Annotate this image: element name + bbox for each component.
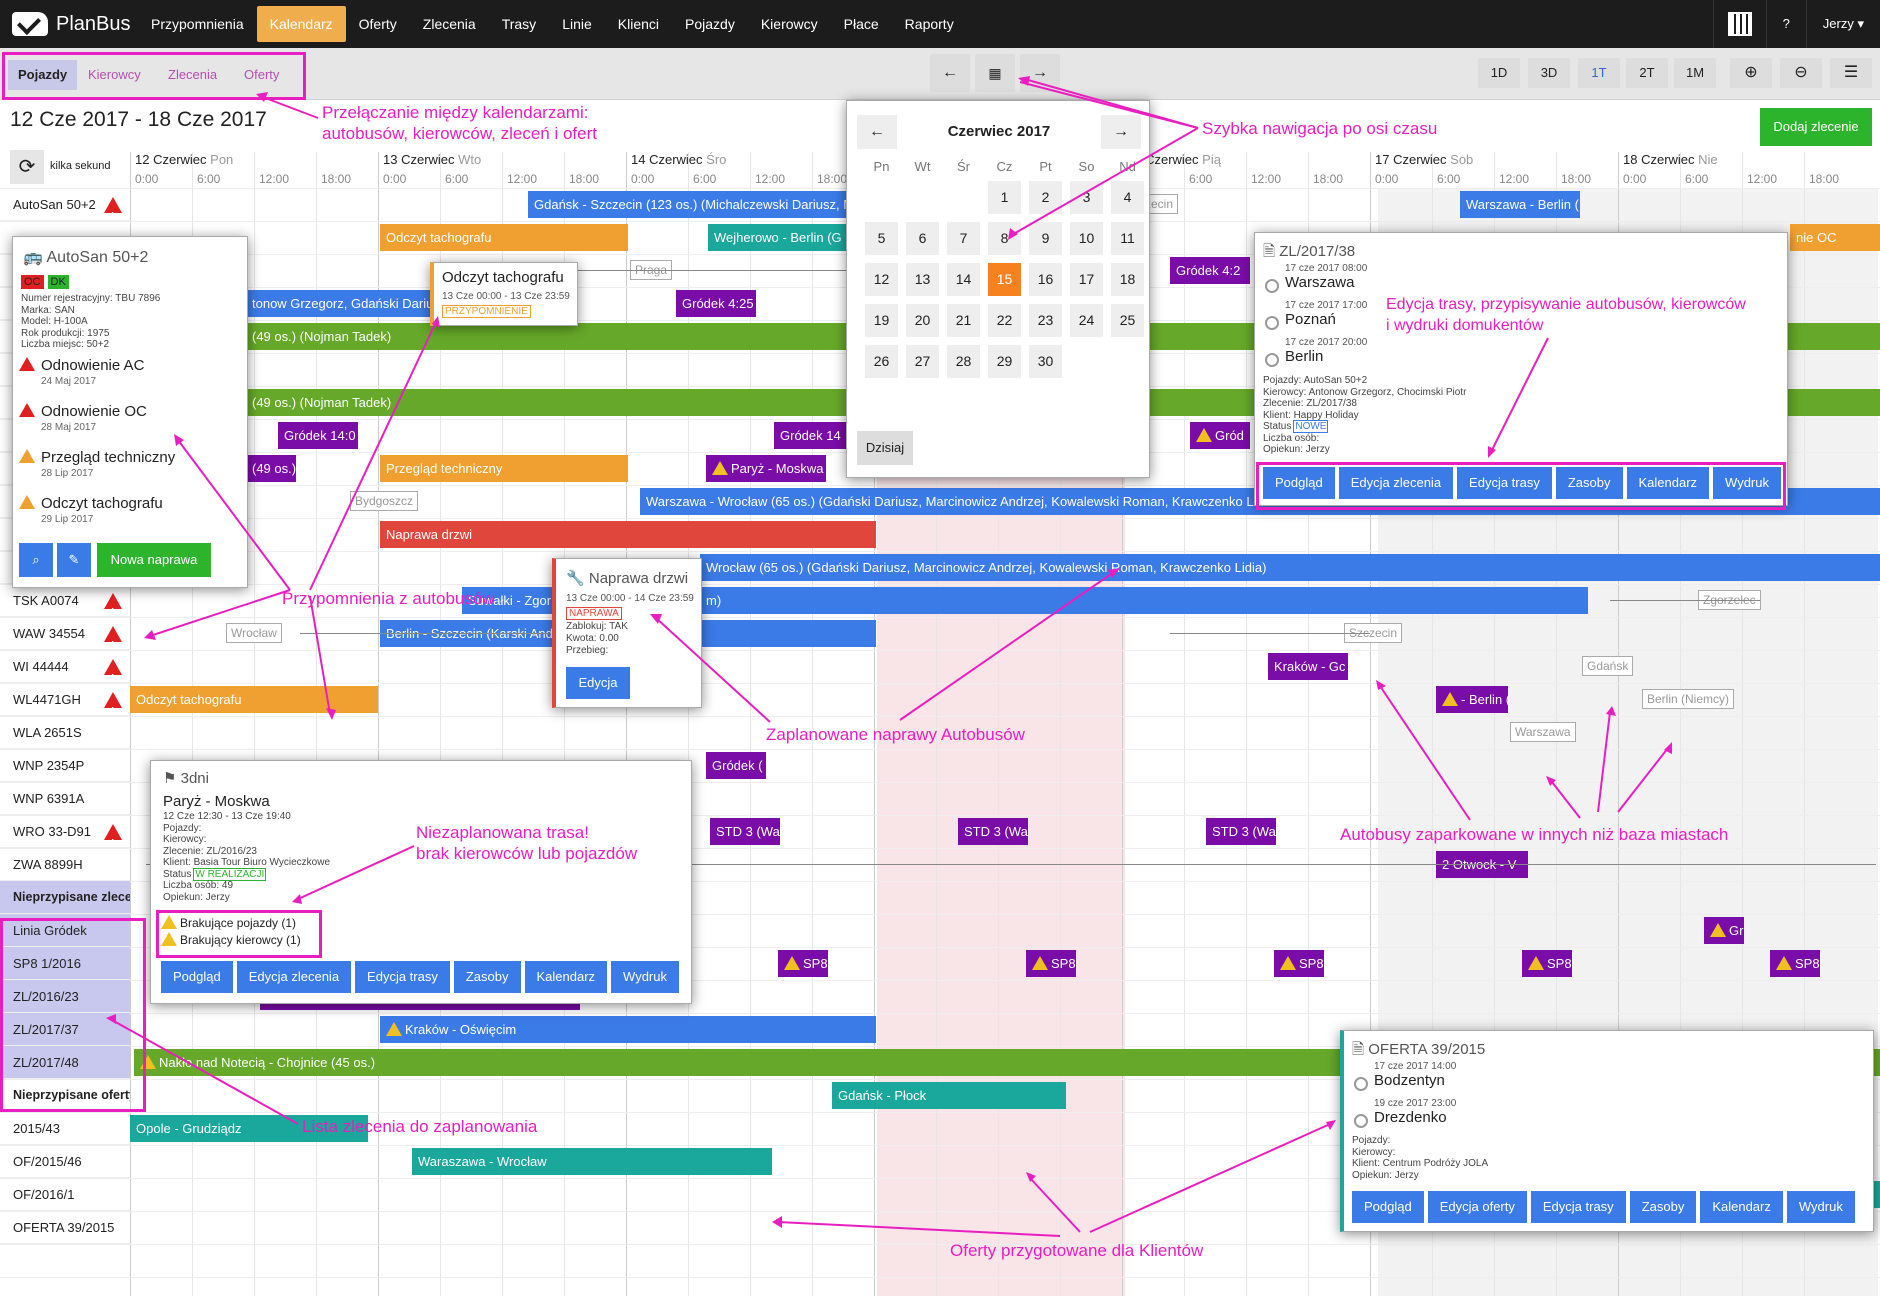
annotation-arrows <box>106 76 1672 1237</box>
